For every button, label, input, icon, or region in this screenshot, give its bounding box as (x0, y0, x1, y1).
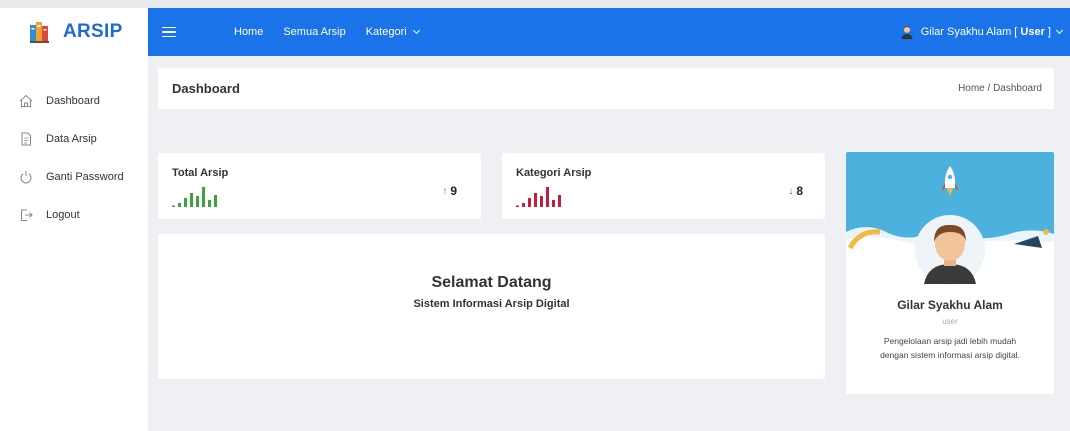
sparkline-bar-chart (172, 187, 217, 207)
nav-kategori-dropdown[interactable]: Kategori (365, 26, 420, 38)
stat-title: Kategori Arsip (516, 167, 592, 179)
sidebar-item-ganti-password[interactable]: Ganti Password (0, 158, 148, 196)
spark-bar (208, 200, 211, 207)
spark-bar (178, 203, 181, 207)
stat-card-total-arsip: Total Arsip ↑ 9 (158, 153, 481, 219)
arrow-up-icon: ↑ (442, 185, 448, 197)
spark-bar (546, 187, 549, 207)
chevron-down-icon (412, 26, 420, 35)
main-content: Dashboard Home / Dashboard Total Arsip ↑… (148, 56, 1070, 431)
spark-bar (184, 198, 187, 207)
page-title: Dashboard (172, 81, 240, 96)
home-icon (18, 93, 34, 109)
spark-bar (522, 203, 525, 207)
spark-bar (540, 196, 543, 207)
nav-semua-arsip[interactable]: Semua Arsip (283, 26, 345, 38)
sidebar-item-label: Dashboard (46, 95, 100, 107)
spark-bar (214, 195, 217, 207)
spark-bar (202, 187, 205, 207)
sidebar-nav: Dashboard Data Arsip Ganti Password Logo… (0, 82, 148, 234)
spark-bar (528, 198, 531, 207)
profile-role: user (942, 317, 958, 326)
stat-value: 9 (450, 184, 457, 198)
breadcrumb[interactable]: Home / Dashboard (958, 83, 1042, 94)
hamburger-menu-icon[interactable] (162, 26, 176, 38)
nav-kategori-label: Kategori (365, 26, 407, 38)
stat-title: Total Arsip (172, 167, 229, 179)
welcome-card: Selamat Datang Sistem Informasi Arsip Di… (158, 234, 825, 379)
sparkline-bar-chart (516, 187, 561, 207)
spark-bar (558, 195, 561, 207)
brand-name: ARSIP (63, 21, 123, 42)
spark-base (172, 205, 175, 207)
power-icon (18, 169, 34, 185)
document-icon (18, 131, 34, 147)
spark-bar (534, 193, 537, 207)
profile-avatar (915, 215, 985, 285)
user-menu[interactable]: Gilar Syakhu Alam [ User ] (901, 8, 1064, 56)
sidebar-item-label: Ganti Password (46, 171, 124, 183)
sidebar-item-label: Logout (46, 209, 80, 221)
chevron-down-icon (1055, 26, 1064, 35)
spark-bar (552, 200, 555, 207)
spark-bar (190, 193, 193, 207)
spark-bar (196, 196, 199, 207)
welcome-subtitle: Sistem Informasi Arsip Digital (413, 298, 570, 310)
nav-home[interactable]: Home (234, 26, 263, 38)
sidebar-item-logout[interactable]: Logout (0, 196, 148, 234)
sidebar-item-label: Data Arsip (46, 133, 97, 145)
profile-description: Pengelolaan arsip jadi lebih mudah denga… (880, 336, 1020, 360)
sidebar: ARSIP Dashboard Data Arsip Ganti Passwor… (0, 8, 148, 431)
user-avatar-icon (901, 25, 913, 39)
top-navbar: Home Semua Arsip Kategori Gilar Syakhu A… (148, 8, 1070, 56)
spark-base (516, 205, 519, 207)
logout-icon (18, 207, 34, 223)
stat-card-kategori-arsip: Kategori Arsip ↓ 8 (502, 153, 825, 219)
stat-value-wrap: ↓ 8 (788, 184, 803, 198)
welcome-title: Selamat Datang (431, 274, 552, 291)
profile-card: Gilar Syakhu Alam user Pengelolaan arsip… (846, 152, 1054, 394)
sidebar-item-data-arsip[interactable]: Data Arsip (0, 120, 148, 158)
page-header: Dashboard Home / Dashboard (158, 68, 1054, 109)
stat-value: 8 (796, 184, 803, 198)
stat-value-wrap: ↑ 9 (442, 184, 457, 198)
brand[interactable]: ARSIP (0, 8, 148, 56)
user-name: Gilar Syakhu Alam [ User ] (920, 26, 1051, 38)
arrow-down-icon: ↓ (788, 185, 794, 197)
sidebar-item-dashboard[interactable]: Dashboard (0, 82, 148, 120)
profile-name: Gilar Syakhu Alam (897, 298, 1003, 312)
books-logo-icon (27, 19, 53, 45)
